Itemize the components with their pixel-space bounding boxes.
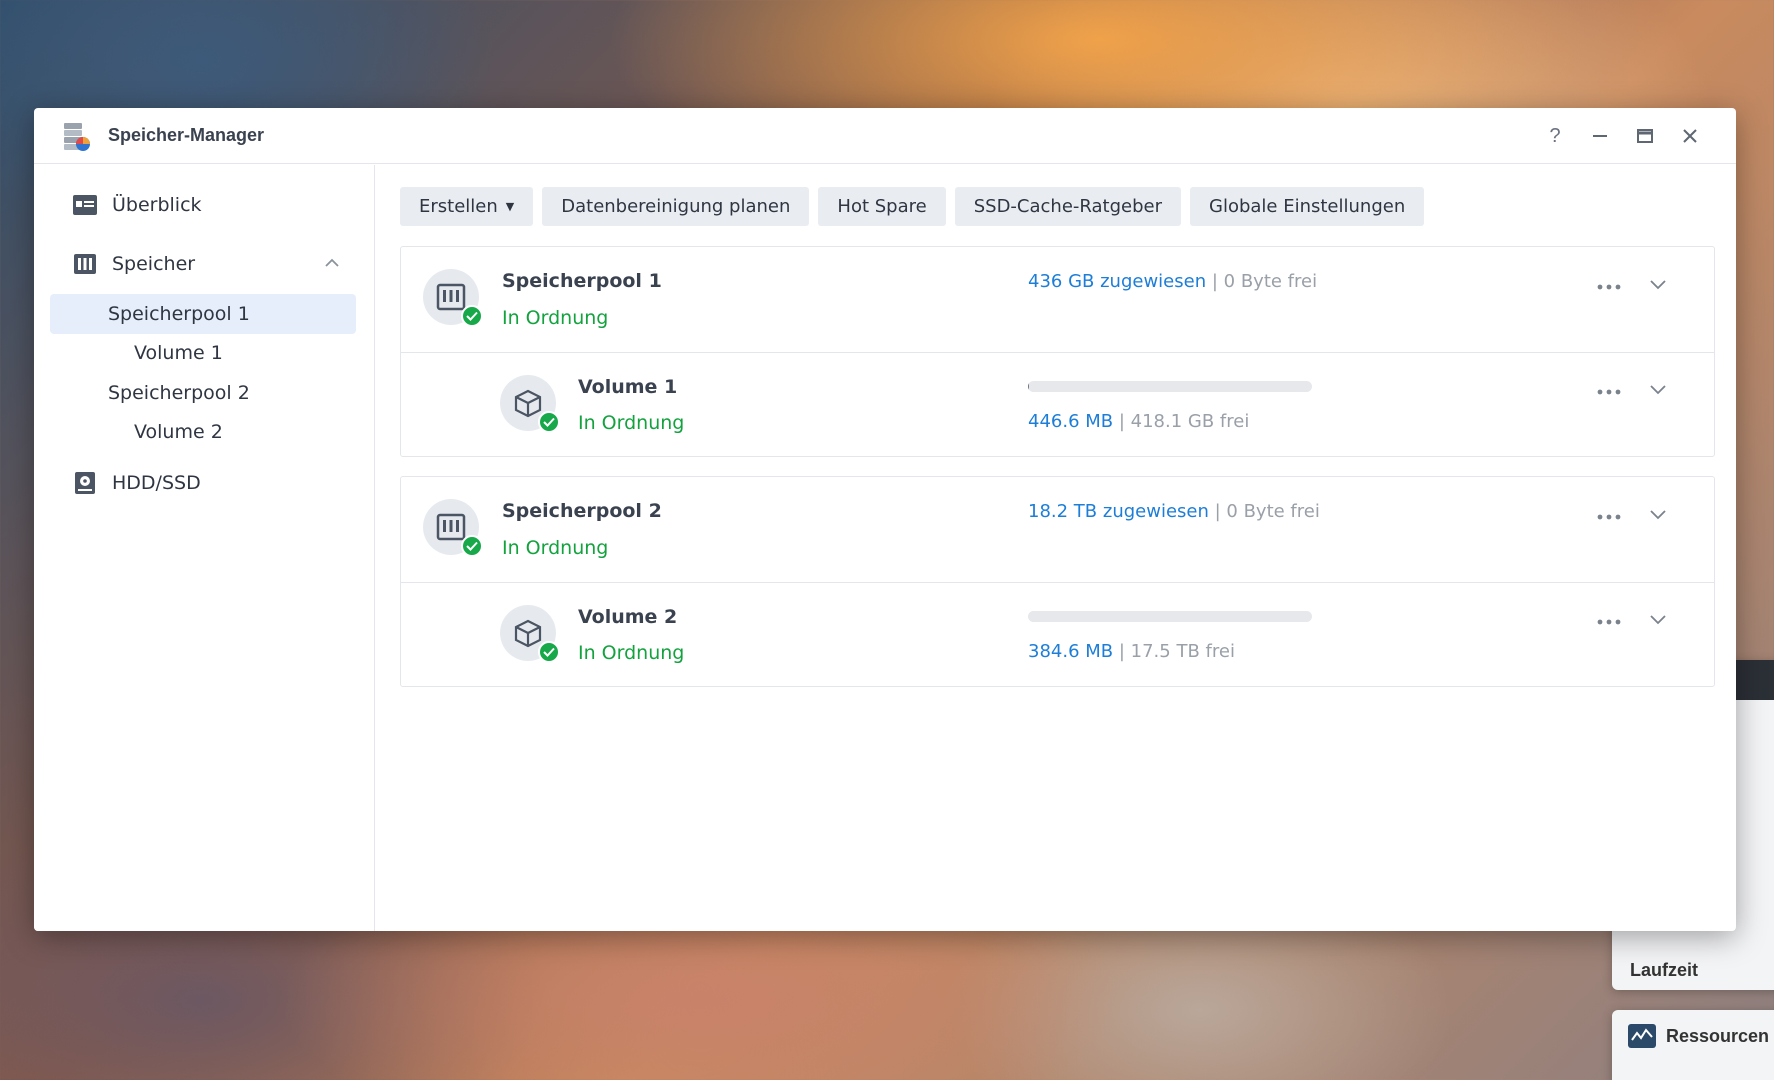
- pool-card-2: Speicherpool 2 In Ordnung 18.2 TB zugewi…: [400, 476, 1715, 687]
- sidebar-item-volume2[interactable]: Volume 2: [50, 412, 356, 452]
- volume-name: Volume 2: [578, 606, 678, 628]
- volume-free: 17.5 TB frei: [1130, 641, 1235, 662]
- sidebar-item-label: Volume 1: [134, 342, 223, 364]
- sidebar-item-volume1[interactable]: Volume 1: [50, 333, 356, 373]
- volume-free: 418.1 GB frei: [1130, 411, 1250, 432]
- sidebar-item-label: HDD/SSD: [112, 472, 201, 494]
- overview-icon: [72, 192, 98, 218]
- hot-spare-button[interactable]: Hot Spare: [818, 187, 946, 226]
- separator: |: [1208, 501, 1227, 522]
- global-settings-button[interactable]: Globale Einstellungen: [1190, 187, 1425, 226]
- chevron-up-icon[interactable]: [324, 254, 340, 276]
- toolbar: Erstellen ▼ Datenbereinigung planen Hot …: [400, 187, 1425, 226]
- pool-allocated[interactable]: 436 GB zugewiesen: [1028, 271, 1206, 292]
- sidebar-item-storage[interactable]: Speicher: [50, 244, 356, 284]
- pool-status: In Ordnung: [502, 537, 609, 559]
- pool-name: Speicherpool 1: [502, 270, 662, 292]
- pool-row-1[interactable]: Speicherpool 1 In Ordnung 436 GB zugewie…: [401, 247, 1714, 352]
- main-content: Erstellen ▼ Datenbereinigung planen Hot …: [376, 165, 1736, 931]
- title-bar[interactable]: Speicher-Manager ?: [34, 108, 1736, 164]
- volume-icon: [500, 375, 560, 433]
- volume-used[interactable]: 446.6 MB: [1028, 411, 1113, 432]
- resource-widget-title: Ressourcen: [1666, 1026, 1770, 1046]
- sidebar: Überblick Speicher Speicherpool 1 Volume…: [34, 165, 375, 931]
- hdd-icon: [72, 470, 98, 496]
- volume-used[interactable]: 384.6 MB: [1028, 641, 1113, 662]
- separator: |: [1206, 271, 1224, 292]
- check-icon: [538, 411, 560, 433]
- chevron-down-icon[interactable]: [1649, 611, 1667, 625]
- pool-free: 0 Byte frei: [1223, 271, 1318, 292]
- volume-usage-bar: [1028, 611, 1312, 622]
- sidebar-item-label: Speicherpool 2: [108, 382, 250, 404]
- minimize-button[interactable]: [1586, 122, 1614, 150]
- caret-down-icon: ▼: [505, 200, 515, 213]
- minimize-icon: [1593, 135, 1607, 137]
- sidebar-item-hdd-ssd[interactable]: HDD/SSD: [50, 463, 356, 503]
- pool-usage: 18.2 TB zugewiesen | 0 Byte frei: [1028, 501, 1320, 522]
- pool-usage: 436 GB zugewiesen | 0 Byte frei: [1028, 271, 1317, 292]
- background-widget-label: Laufzeit: [1630, 960, 1699, 980]
- storage-icon: [72, 251, 98, 277]
- pool-free: 0 Byte frei: [1226, 501, 1320, 522]
- pool-row-2[interactable]: Speicherpool 2 In Ordnung 18.2 TB zugewi…: [401, 477, 1714, 582]
- separator: |: [1113, 641, 1131, 662]
- volume-row-2[interactable]: Volume 2 In Ordnung 384.6 MB | 17.5 TB f…: [401, 582, 1714, 686]
- maximize-icon: [1637, 129, 1653, 143]
- pool-icon: [423, 499, 483, 557]
- pool-allocated[interactable]: 18.2 TB zugewiesen: [1028, 501, 1209, 522]
- sidebar-item-pool1[interactable]: Speicherpool 1: [50, 294, 356, 334]
- storage-manager-app-icon: [60, 121, 92, 153]
- more-options-icon[interactable]: [1596, 382, 1622, 395]
- maximize-button[interactable]: [1631, 122, 1659, 150]
- sidebar-item-label: Volume 2: [134, 421, 223, 443]
- background-resource-widget: Ressourcen: [1612, 1010, 1774, 1080]
- volume-usage-bar: [1028, 381, 1312, 392]
- volume-usage: 384.6 MB | 17.5 TB frei: [1028, 641, 1235, 662]
- resource-monitor-icon: [1628, 1024, 1656, 1048]
- volume-status: In Ordnung: [578, 642, 685, 664]
- pool-status: In Ordnung: [502, 307, 609, 329]
- pool-card-1: Speicherpool 1 In Ordnung 436 GB zugewie…: [400, 246, 1715, 457]
- sidebar-item-label: Überblick: [112, 194, 202, 216]
- close-button[interactable]: [1676, 122, 1704, 150]
- volume-row-1[interactable]: Volume 1 In Ordnung 446.6 MB | 418.1 GB …: [401, 352, 1714, 456]
- check-icon: [538, 641, 560, 663]
- volume-usage: 446.6 MB | 418.1 GB frei: [1028, 411, 1249, 432]
- more-options-icon[interactable]: [1596, 507, 1622, 520]
- chevron-down-icon[interactable]: [1649, 381, 1667, 395]
- pool-name: Speicherpool 2: [502, 500, 662, 522]
- check-icon: [461, 535, 483, 557]
- window-title: Speicher-Manager: [108, 125, 265, 145]
- more-options-icon[interactable]: [1596, 277, 1622, 290]
- close-icon: [1683, 129, 1697, 143]
- volume-name: Volume 1: [578, 376, 678, 398]
- help-button[interactable]: ?: [1541, 122, 1569, 150]
- sidebar-item-pool2[interactable]: Speicherpool 2: [50, 373, 356, 413]
- separator: |: [1113, 411, 1131, 432]
- pool-icon: [423, 269, 483, 327]
- check-icon: [461, 305, 483, 327]
- schedule-scrubbing-button[interactable]: Datenbereinigung planen: [542, 187, 810, 226]
- chevron-down-icon[interactable]: [1649, 276, 1667, 290]
- more-options-icon[interactable]: [1596, 612, 1622, 625]
- chevron-down-icon[interactable]: [1649, 506, 1667, 520]
- sidebar-item-label: Speicherpool 1: [108, 303, 250, 325]
- volume-icon: [500, 605, 560, 663]
- sidebar-item-label: Speicher: [112, 253, 196, 275]
- ssd-cache-advisor-button[interactable]: SSD-Cache-Ratgeber: [954, 187, 1181, 226]
- create-label: Erstellen: [419, 196, 498, 217]
- volume-status: In Ordnung: [578, 412, 685, 434]
- create-button[interactable]: Erstellen ▼: [400, 187, 534, 226]
- storage-manager-window: Speicher-Manager ? Überblick Speicher Sp…: [34, 108, 1736, 931]
- sidebar-item-overview[interactable]: Überblick: [50, 185, 356, 225]
